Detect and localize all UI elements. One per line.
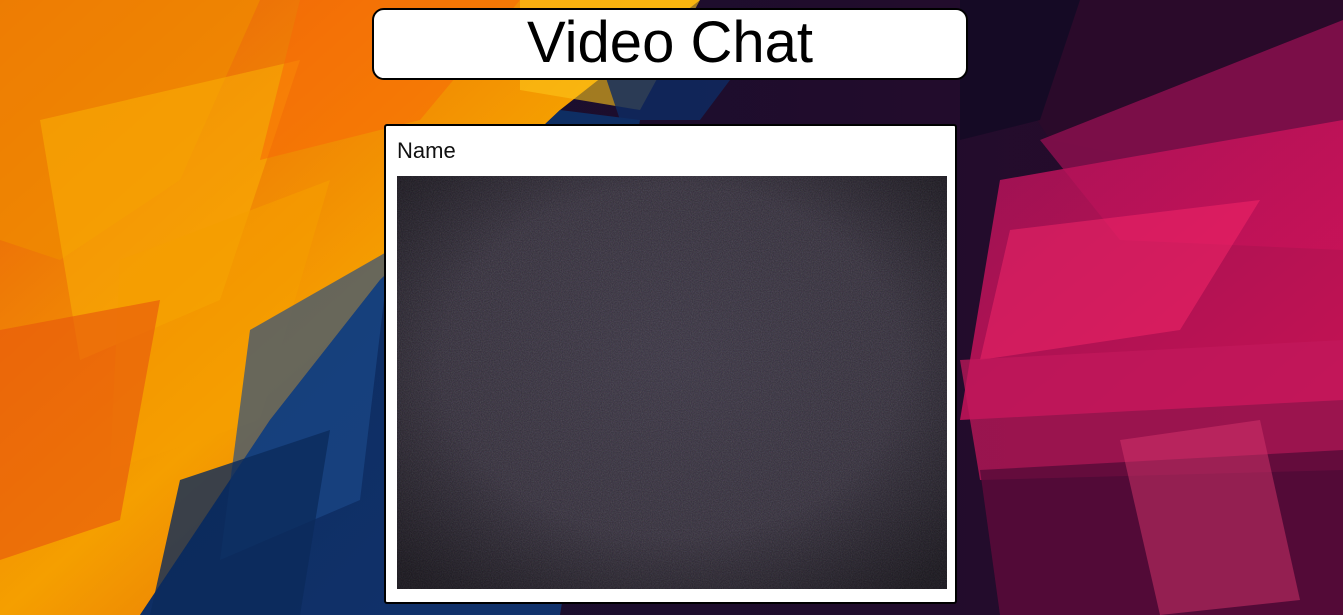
- page-title: Video Chat: [527, 10, 813, 75]
- participant-name: Name: [397, 138, 456, 163]
- video-feed[interactable]: [397, 176, 947, 589]
- video-noise: [397, 176, 947, 589]
- page-title-box: Video Chat: [372, 8, 968, 80]
- video-tile: Name: [384, 124, 957, 604]
